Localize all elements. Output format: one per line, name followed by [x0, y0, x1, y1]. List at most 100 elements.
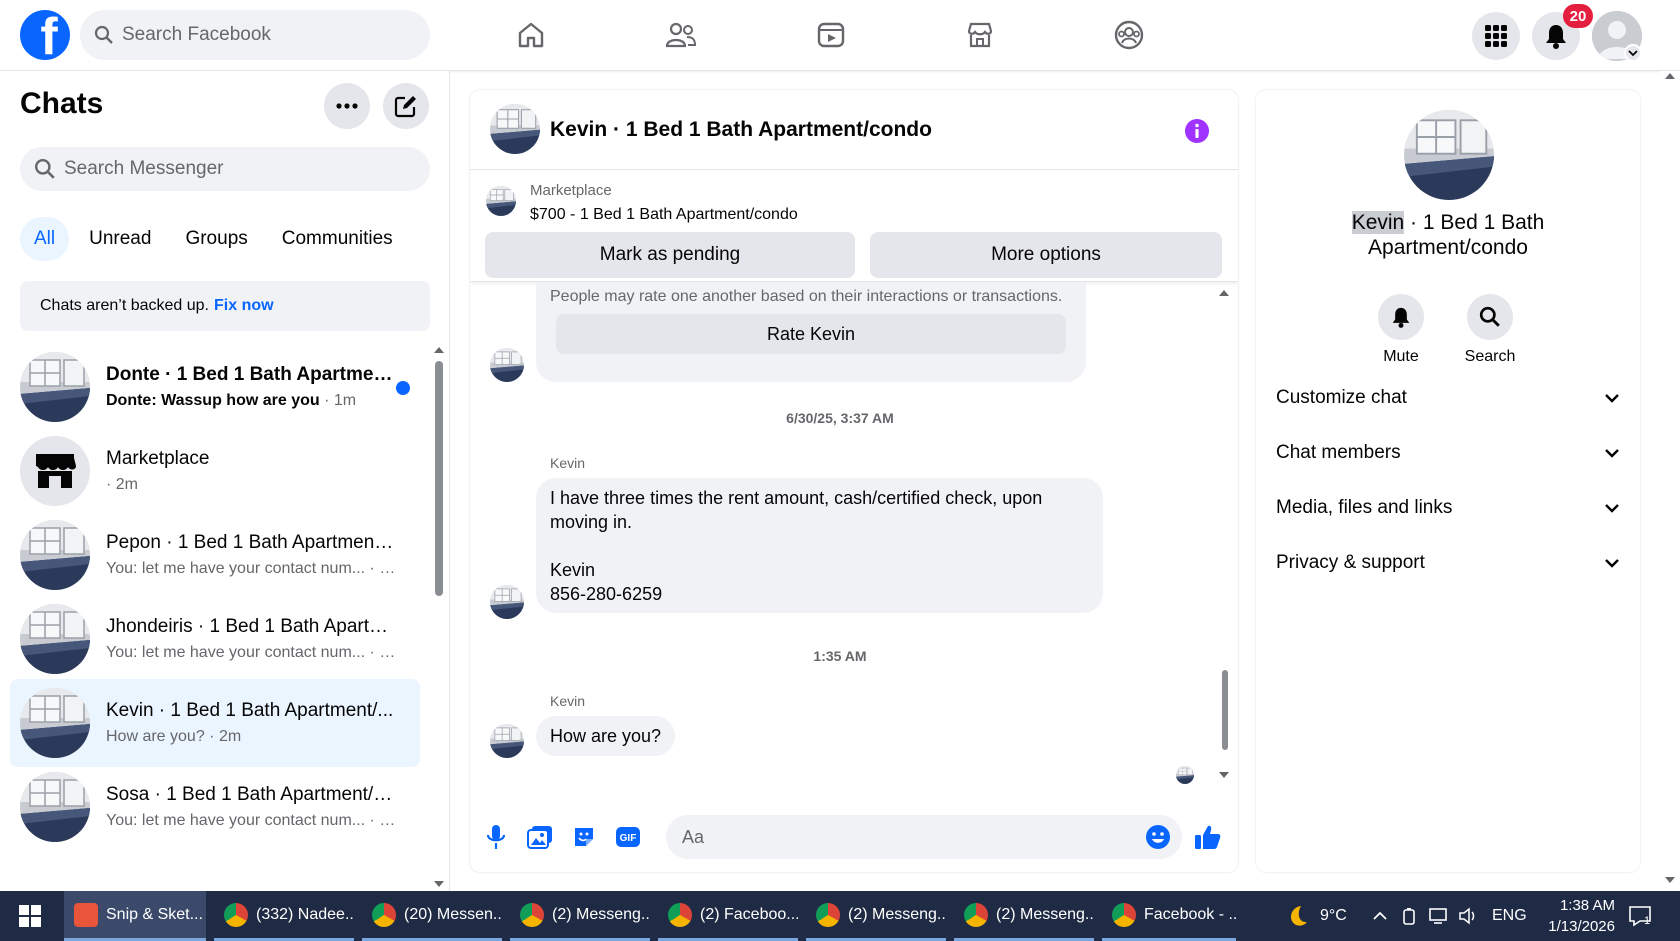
filter-tab-groups[interactable]: Groups [171, 217, 261, 261]
chat-preview: You: let me have your contact num... [106, 812, 366, 829]
filter-tab-communities[interactable]: Communities [268, 217, 407, 261]
search-icon [94, 25, 113, 44]
chat-item-marketplace[interactable]: Marketplace · 2m [10, 427, 420, 515]
scrollbar-thumb[interactable] [1222, 670, 1228, 750]
chat-preview: You: let me have your contact num... [106, 560, 366, 577]
video-icon[interactable] [813, 17, 849, 53]
chat-item-sosa[interactable]: Sosa · 1 Bed 1 Bath Apartment/c... You: … [10, 763, 420, 851]
chrome-icon [372, 902, 396, 927]
privacy-support-row[interactable]: Privacy & support [1276, 543, 1620, 583]
chevron-up-icon[interactable] [1372, 911, 1388, 921]
sticker-icon[interactable] [570, 823, 598, 851]
weather-widget[interactable]: 9°C [1284, 891, 1347, 941]
mark-as-pending-button[interactable]: Mark as pending [485, 232, 855, 278]
chrome-icon [520, 902, 544, 927]
message-bubble[interactable]: I have three times the rent amount, cash… [536, 478, 1103, 613]
friends-icon[interactable] [663, 17, 699, 53]
seen-indicator-avatar [1176, 766, 1194, 784]
sender-avatar[interactable] [490, 348, 524, 382]
like-icon[interactable] [1194, 823, 1222, 851]
taskbar-item-chrome-1[interactable]: (332) Nadee... [214, 891, 354, 941]
search-conversation-button[interactable]: Search [1455, 294, 1525, 366]
rate-card: People may rate one another based on the… [536, 282, 1086, 382]
messenger-search-placeholder: Search Messenger [64, 158, 224, 179]
scroll-down-arrow-icon [1219, 772, 1229, 778]
filter-tab-unread[interactable]: Unread [75, 217, 165, 261]
rate-kevin-button[interactable]: Rate Kevin [556, 314, 1066, 354]
info-icon[interactable] [1184, 118, 1210, 144]
filter-tab-all[interactable]: All [20, 217, 70, 261]
notifications-badge: 20 [1563, 4, 1593, 28]
scrollbar-thumb[interactable] [435, 361, 443, 596]
message-line: 856-280-6259 [550, 584, 663, 604]
conversation-avatar[interactable] [490, 104, 540, 154]
details-avatar[interactable] [1404, 110, 1494, 200]
taskbar-item-snip[interactable]: Snip & Sket... [64, 891, 206, 941]
chat-avatar [20, 688, 90, 758]
chat-members-row[interactable]: Chat members [1276, 433, 1620, 473]
clock-date: 1/13/2026 [1548, 918, 1615, 935]
message-input[interactable]: Aa [666, 815, 1182, 859]
conversation-title[interactable]: Kevin · 1 Bed 1 Bath Apartment/condo [550, 118, 932, 142]
gif-icon[interactable]: GIF [614, 823, 642, 851]
thread-scrollbar[interactable] [1214, 282, 1234, 797]
taskbar-item-label: (332) Nadee... [256, 905, 354, 923]
details-name-highlight: Kevin [1351, 211, 1405, 234]
chrome-icon [816, 902, 840, 927]
snip-app-icon [74, 902, 98, 927]
chat-item-kevin[interactable]: Kevin · 1 Bed 1 Bath Apartment/... How a… [10, 679, 420, 767]
start-button[interactable] [0, 891, 60, 941]
mute-button[interactable]: Mute [1366, 294, 1436, 366]
listing-title[interactable]: $700 - 1 Bed 1 Bath Apartment/condo [530, 206, 798, 224]
network-icon[interactable] [1428, 907, 1448, 925]
scroll-up-arrow-icon [1219, 290, 1229, 296]
facebook-logo[interactable]: f [20, 10, 70, 60]
more-options-button[interactable]: More options [870, 232, 1222, 278]
message-bubble[interactable]: How are you? [536, 716, 676, 756]
chat-item-donte[interactable]: Donte · 1 Bed 1 Bath Apartmen... Donte: … [10, 343, 420, 431]
taskbar-clock[interactable]: 1:38 AM 1/13/2026 [1525, 895, 1615, 937]
media-files-links-row[interactable]: Media, files and links [1276, 488, 1620, 528]
messenger-search-input[interactable]: Search Messenger [20, 147, 430, 191]
taskbar-item-label: Snip & Sket... [106, 905, 203, 923]
chevron-down-icon [1605, 559, 1619, 568]
search-label: Search [1464, 348, 1516, 365]
emoji-icon[interactable] [1144, 823, 1172, 851]
chrome-icon [964, 902, 988, 927]
taskbar-item-chrome-6[interactable]: (2) Messeng... [954, 891, 1094, 941]
new-message-button[interactable] [383, 83, 429, 129]
marketplace-icon[interactable] [962, 17, 998, 53]
sender-avatar[interactable] [490, 724, 524, 758]
sender-avatar[interactable] [490, 585, 524, 619]
taskbar-item-chrome-2[interactable]: (20) Messen... [362, 891, 502, 941]
fix-now-link[interactable]: Fix now [214, 297, 274, 315]
page-scrollbar[interactable] [1660, 71, 1680, 891]
facebook-search-input[interactable]: Search Facebook [80, 10, 430, 60]
taskbar-item-chrome-3[interactable]: (2) Messeng... [510, 891, 650, 941]
customize-chat-row[interactable]: Customize chat [1276, 378, 1620, 418]
conversation-header: Kevin · 1 Bed 1 Bath Apartment/condo [470, 90, 1238, 170]
taskbar-item-chrome-4[interactable]: (2) Faceboo... [658, 891, 798, 941]
home-icon[interactable] [513, 17, 549, 53]
battery-icon[interactable] [1400, 907, 1418, 925]
taskbar-item-chrome-7[interactable]: Facebook - ... [1102, 891, 1236, 941]
chat-avatar [20, 520, 90, 590]
language-indicator[interactable]: ENG [1492, 891, 1527, 941]
mute-label: Mute [1383, 348, 1419, 365]
volume-icon[interactable] [1458, 907, 1478, 925]
microphone-icon[interactable] [482, 823, 510, 851]
chat-options-button[interactable] [324, 83, 370, 129]
taskbar-item-chrome-5[interactable]: (2) Messeng... [806, 891, 946, 941]
chat-list-scrollbar[interactable] [432, 343, 446, 891]
groups-icon[interactable] [1111, 17, 1147, 53]
image-icon[interactable] [526, 823, 554, 851]
chat-item-pepon[interactable]: Pepon · 1 Bed 1 Bath Apartment/... You: … [10, 511, 420, 599]
marketplace-icon [20, 436, 90, 506]
chevron-down-icon[interactable] [1624, 44, 1642, 62]
row-label: Customize chat [1276, 387, 1407, 408]
chat-time: · 2m [106, 476, 138, 493]
notification-center-button[interactable]: 1 [1628, 891, 1651, 941]
chat-item-jhondeiris[interactable]: Jhondeiris · 1 Bed 1 Bath Apartm... You:… [10, 595, 420, 683]
menu-grid-button[interactable] [1472, 12, 1520, 60]
row-label: Chat members [1276, 442, 1401, 463]
